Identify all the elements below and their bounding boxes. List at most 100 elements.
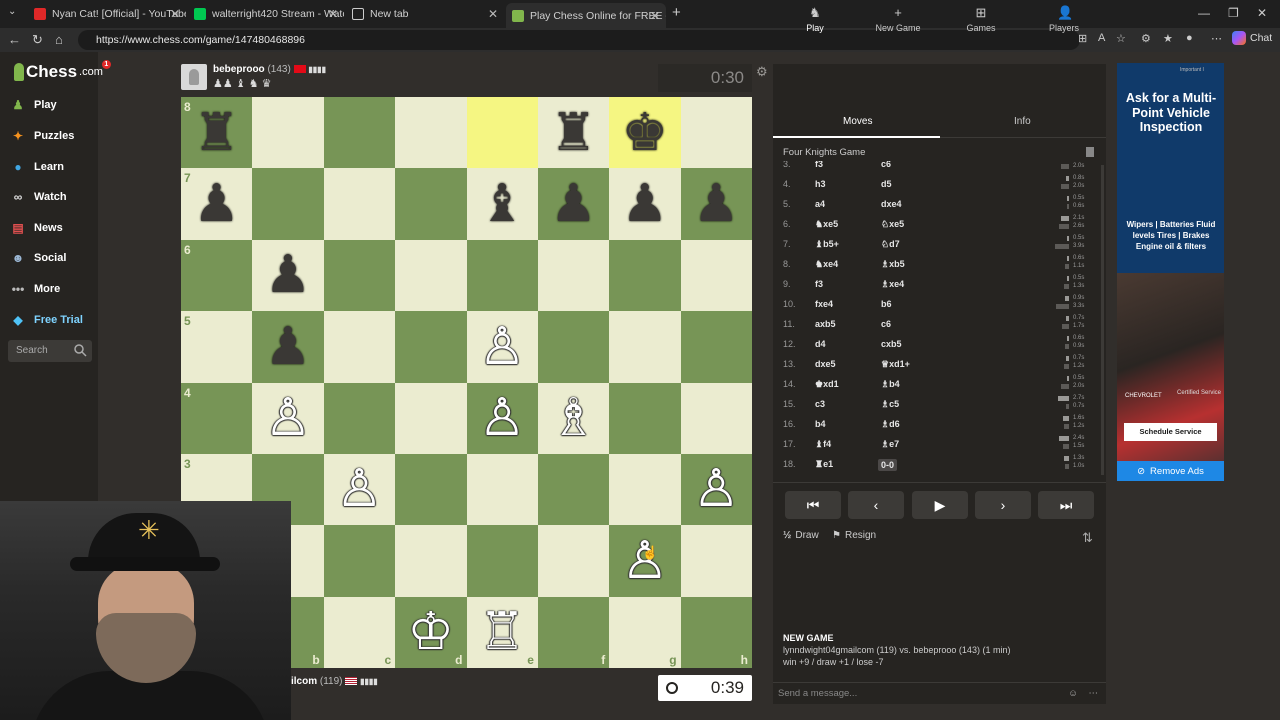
square-b5[interactable]: ♟ (252, 311, 324, 383)
square-c3[interactable]: ♙ (323, 453, 396, 526)
square-a4[interactable]: 4 (181, 382, 253, 454)
browser-tab-chess[interactable]: Play Chess Online for FREE - 2 ✕ (506, 3, 666, 28)
chat-options-icon[interactable]: ⋯ (1089, 683, 1099, 705)
piece-h3[interactable]: ♙ (681, 454, 752, 525)
browser-tab-new[interactable]: New tab ✕ (346, 3, 504, 25)
square-h4[interactable] (680, 382, 752, 454)
square-a8[interactable]: 8 ♜ (181, 97, 253, 169)
square-f7[interactable]: ♟ (537, 168, 610, 240)
profile-icon[interactable]: ● (1186, 32, 1193, 44)
square-d4[interactable] (395, 382, 467, 454)
advertisement[interactable]: Ask for a Multi-Point Vehicle Inspection… (1117, 63, 1224, 481)
book-icon[interactable] (1086, 147, 1094, 157)
square-g1[interactable]: g (609, 596, 681, 668)
ad-info-label[interactable]: Important I (1180, 67, 1204, 73)
white-move[interactable]: ♞xe5 (815, 219, 838, 230)
black-move[interactable]: ♗d6 (881, 419, 900, 430)
minimize-icon[interactable]: — (1198, 6, 1210, 20)
extensions-puzzle-icon[interactable]: ⚙ (1141, 32, 1151, 45)
black-move[interactable]: b6 (881, 299, 892, 309)
piece-b6[interactable]: ♟ (252, 240, 323, 311)
resign-button[interactable]: ⚑ Resign (832, 530, 876, 541)
bottom-player-name[interactable]: ilcom (291, 676, 317, 687)
square-d7[interactable] (395, 168, 467, 240)
black-move[interactable]: cxb5 (881, 339, 902, 349)
favorite-star-icon[interactable]: ☆ (1116, 32, 1126, 45)
menu-dots-icon[interactable]: ⋯ (1211, 32, 1222, 45)
close-tab-icon[interactable]: ✕ (650, 9, 660, 23)
sidebar-item-more[interactable]: ••• More (10, 278, 61, 300)
square-h7[interactable]: ♟ (680, 168, 752, 240)
back-icon[interactable]: ← (8, 32, 21, 47)
piece-c3[interactable]: ♙ (324, 454, 395, 525)
piece-d1[interactable]: ♔ (395, 597, 466, 668)
square-f3[interactable] (537, 453, 610, 526)
square-a5[interactable]: 5 (181, 311, 253, 383)
chess-com-logo[interactable]: Chess .com 1 (14, 60, 111, 82)
piece-f4[interactable]: ♗ (538, 383, 609, 454)
white-move[interactable]: dxe5 (815, 359, 836, 369)
tab-new-game[interactable]: + New Game (858, 6, 938, 34)
black-move[interactable]: ♗e7 (881, 439, 899, 450)
square-g6[interactable] (609, 239, 681, 312)
square-e6[interactable] (466, 239, 538, 312)
avatar[interactable] (181, 64, 207, 90)
square-b8[interactable] (252, 97, 324, 169)
previous-move-button[interactable]: ‹ (848, 491, 904, 519)
copilot-chat-button[interactable]: Chat (1232, 31, 1272, 45)
square-h8[interactable] (680, 97, 752, 169)
piece-g7[interactable]: ♟ (609, 168, 680, 239)
square-e4[interactable]: ♙ (466, 382, 538, 454)
black-move[interactable]: ♗b4 (881, 379, 900, 390)
piece-a7[interactable]: ♟ (181, 168, 252, 239)
play-button[interactable]: ▶ (912, 491, 968, 519)
tab-moves[interactable]: Moves (843, 116, 872, 127)
last-move-button[interactable]: ⏭ (1038, 491, 1094, 519)
square-c5[interactable] (323, 311, 396, 383)
move-list-scrollbar[interactable] (1101, 165, 1104, 475)
piece-e5[interactable]: ♙ (467, 311, 538, 382)
square-d2[interactable] (395, 525, 467, 597)
square-h6[interactable] (680, 239, 752, 312)
first-move-button[interactable]: ⏮ (785, 491, 841, 519)
flip-board-icon[interactable]: ⇅ (1082, 530, 1093, 546)
white-move[interactable]: b4 (815, 419, 826, 429)
piece-b4[interactable]: ♙ (252, 383, 323, 454)
black-move[interactable]: dxe4 (881, 199, 902, 209)
white-move[interactable]: ♝f4 (815, 439, 831, 450)
board-settings-gear-icon[interactable]: ⚙ (756, 64, 768, 80)
square-c6[interactable] (323, 239, 396, 312)
square-a7[interactable]: 7 ♟ (181, 168, 253, 240)
draw-button[interactable]: ½ Draw (783, 530, 819, 541)
square-d1[interactable]: d ♔ (395, 596, 467, 668)
sidebar-search-input[interactable]: Search (8, 340, 92, 362)
sidebar-item-play[interactable]: ♟ Play (10, 94, 57, 116)
black-move[interactable]: ♗xe4 (881, 279, 904, 290)
square-g7[interactable]: ♟ (609, 168, 681, 240)
piece-e1[interactable]: ♖ (467, 597, 538, 668)
square-d8[interactable] (395, 97, 467, 169)
black-move[interactable]: c6 (881, 319, 891, 329)
square-h5[interactable] (680, 311, 752, 383)
black-move[interactable]: 0-0 (878, 459, 898, 471)
emoji-icon[interactable]: ☺ (1068, 683, 1078, 705)
square-g8[interactable]: ♚ (609, 97, 681, 169)
search-icon[interactable] (73, 343, 87, 357)
square-e3[interactable] (466, 453, 538, 526)
piece-e4[interactable]: ♙ (467, 383, 538, 454)
square-e5[interactable]: ♙ (466, 311, 538, 383)
chat-message-input[interactable]: Send a message... ☺ ⋯ (773, 682, 1106, 704)
square-e1[interactable]: e ♖ (466, 596, 538, 668)
square-c8[interactable] (323, 97, 396, 169)
reload-icon[interactable]: ↻ (32, 32, 43, 48)
read-aloud-icon[interactable]: A (1098, 32, 1105, 44)
square-b4[interactable]: ♙ (252, 382, 324, 454)
black-move[interactable]: ♘d7 (881, 239, 900, 250)
new-tab-button[interactable]: + (672, 4, 681, 21)
piece-e7[interactable]: ♝ (467, 168, 538, 239)
square-b6[interactable]: ♟ (252, 239, 324, 312)
ad-schedule-button[interactable]: Schedule Service (1124, 423, 1217, 441)
white-move[interactable]: f3 (815, 161, 823, 169)
square-f1[interactable]: f (537, 596, 610, 668)
tab-games[interactable]: ⊞ Games (941, 6, 1021, 34)
